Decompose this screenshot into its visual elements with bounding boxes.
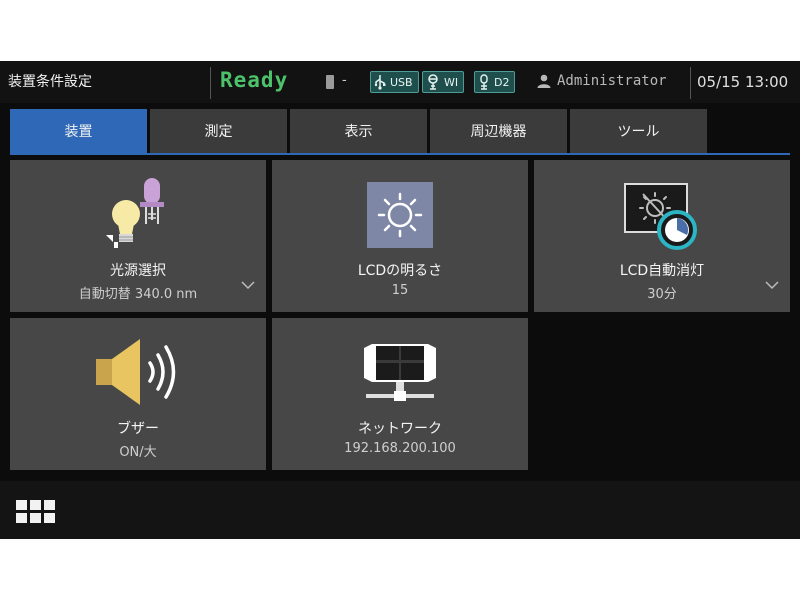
app-grid-icon[interactable]	[16, 500, 56, 524]
user-account[interactable]: Administrator	[537, 73, 667, 89]
tile-light-source[interactable]: 光源選択 自動切替 340.0 nm	[10, 160, 266, 312]
tile-value: 192.168.200.100	[344, 441, 456, 456]
datetime: 05/15 13:00	[697, 73, 789, 91]
device-screen: 装置条件設定 Ready - USB WI D2 Administrator 0…	[0, 61, 800, 539]
tab-tools[interactable]: ツール	[570, 109, 707, 153]
tile-title: 光源選択	[110, 263, 166, 279]
user-icon	[537, 74, 551, 88]
tile-value: 30分	[647, 287, 677, 302]
tab-peripherals[interactable]: 周辺機器	[430, 109, 567, 153]
tab-underline	[10, 153, 790, 155]
brightness-icon	[367, 182, 433, 248]
bottom-bar	[0, 481, 800, 539]
tab-measurement[interactable]: 測定	[150, 109, 287, 153]
light-source-icon	[106, 178, 164, 248]
wifi-badge: WI	[422, 71, 465, 93]
tile-buzzer[interactable]: ブザー ON/大	[10, 318, 266, 470]
tile-title: LCD自動消灯	[619, 263, 705, 279]
tile-value: 自動切替 340.0 nm	[78, 287, 198, 302]
page-title: 装置条件設定	[8, 74, 92, 90]
tile-lcd-auto-off[interactable]: LCD自動消灯 30分	[534, 160, 790, 312]
tile-title: ネットワーク	[358, 421, 442, 437]
d2-lamp-icon	[480, 74, 488, 90]
tab-display[interactable]: 表示	[290, 109, 427, 153]
tile-title: LCDの明るさ	[357, 263, 443, 279]
header-divider	[210, 67, 211, 99]
battery-value: -	[342, 73, 347, 88]
speaker-icon	[96, 339, 176, 405]
tile-value: ON/大	[119, 445, 157, 460]
usb-icon	[374, 75, 386, 90]
wifi-icon	[428, 74, 438, 90]
wifi-badge-label: WI	[444, 75, 459, 89]
status-indicator: Ready	[220, 68, 289, 92]
user-name: Administrator	[557, 73, 667, 89]
chevron-down-icon[interactable]	[240, 280, 256, 290]
network-icon	[364, 344, 436, 401]
header-bar: 装置条件設定 Ready - USB WI D2 Administrator 0…	[0, 61, 800, 103]
tab-bar: 装置 測定 表示 周辺機器 ツール	[10, 109, 710, 153]
tab-device[interactable]: 装置	[10, 109, 147, 153]
usb-badge: USB	[370, 71, 419, 93]
tile-title: ブザー	[117, 421, 159, 437]
lcd-auto-off-icon	[624, 183, 697, 250]
tile-lcd-brightness[interactable]: LCDの明るさ 15	[272, 160, 528, 312]
header-divider	[690, 67, 691, 99]
tile-value: 15	[391, 283, 409, 298]
battery-icon	[326, 75, 334, 89]
d2-lamp-badge: D2	[474, 71, 516, 93]
tile-network[interactable]: ネットワーク 192.168.200.100	[272, 318, 528, 470]
d2-lamp-badge-label: D2	[494, 75, 510, 89]
usb-badge-label: USB	[390, 75, 413, 89]
chevron-down-icon[interactable]	[764, 280, 780, 290]
